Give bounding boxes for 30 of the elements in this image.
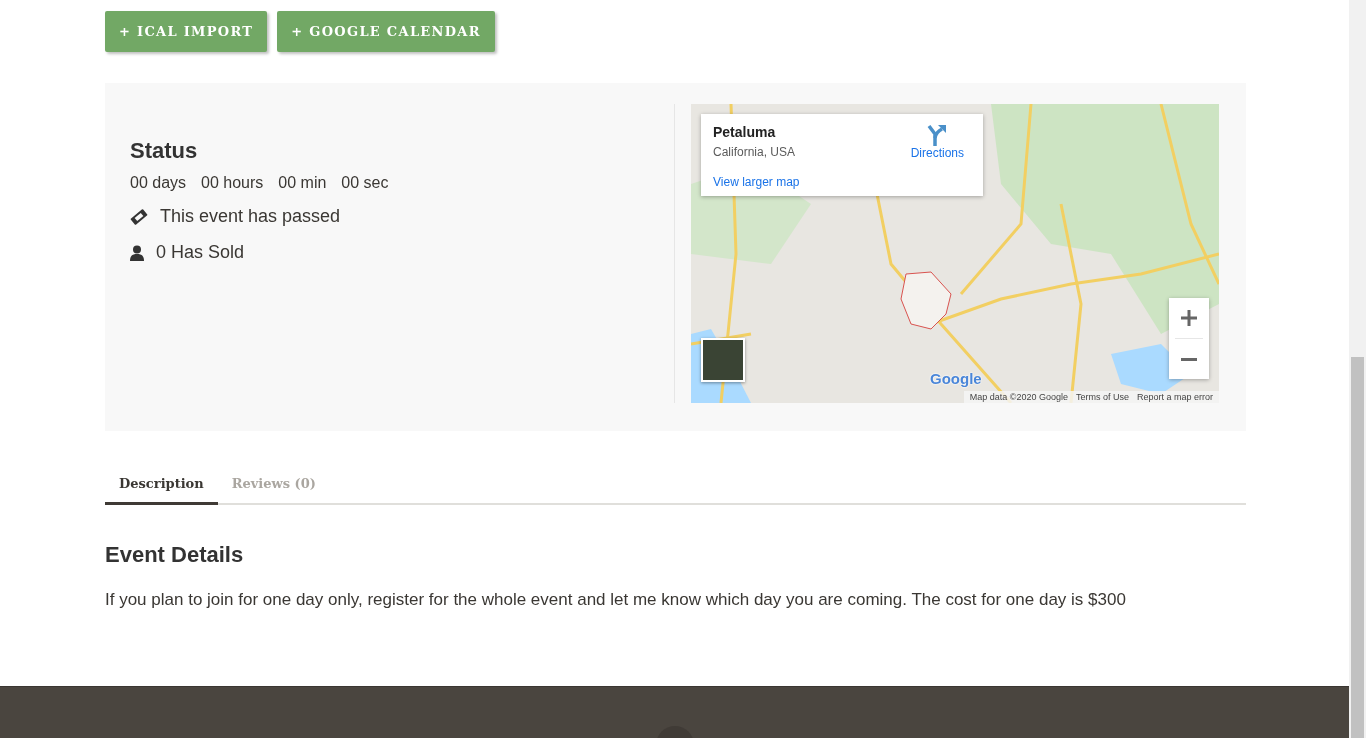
scrollbar-thumb[interactable] [1351, 357, 1364, 738]
directions-link[interactable]: Directions [910, 124, 964, 166]
map-link[interactable]: Report a map error [1136, 392, 1213, 402]
countdown-value: 00 min [278, 174, 327, 192]
map-logo: Google [930, 370, 982, 387]
scrollbar[interactable] [1349, 0, 1366, 738]
status-text: This event has passed [160, 206, 341, 227]
countdown-value: 00 days [130, 174, 187, 192]
description-text: If you plan to join for one day only, register for the whole event and let me know which day you are coming. The cost for one day is $300 [105, 590, 1127, 610]
status-text: 0 Has Sold [156, 242, 245, 263]
zoom-out-button[interactable] [1169, 339, 1209, 379]
tab[interactable]: Reviews (0) [217, 464, 330, 505]
satellite-thumbnail[interactable] [701, 338, 745, 382]
status-heading: Status [130, 138, 199, 164]
directions-icon [927, 124, 948, 146]
place-name: Petaluma [713, 124, 777, 140]
plus-icon [1180, 309, 1198, 327]
countdown-value: 00 sec [341, 174, 389, 192]
minus-icon [1180, 357, 1198, 361]
section-heading: Event Details [105, 542, 245, 568]
person-icon [130, 244, 144, 261]
countdown-value: 00 hours [201, 174, 264, 192]
calendar-button[interactable]: + ICAL IMPORT [105, 11, 268, 52]
map-attribution: Map data ©2020 Google [969, 392, 1068, 402]
tab[interactable]: Description [105, 464, 218, 505]
zoom-in-button[interactable] [1169, 298, 1209, 338]
place-region: California, USA [713, 145, 797, 159]
map-link[interactable]: Terms of Use [1075, 392, 1129, 402]
calendar-button[interactable]: + GOOGLE CALENDAR [277, 11, 495, 52]
view-larger-map-link[interactable]: View larger map [713, 175, 800, 189]
